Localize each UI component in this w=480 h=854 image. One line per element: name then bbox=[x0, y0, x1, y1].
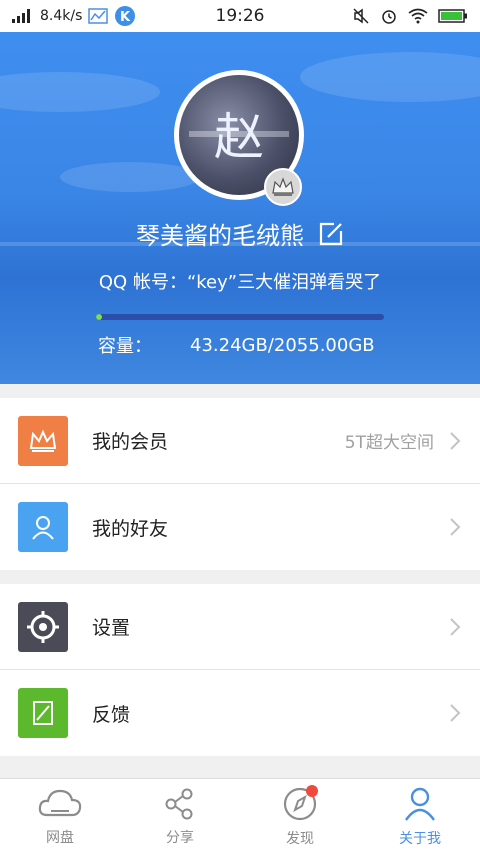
tab-discover[interactable]: 发现 bbox=[240, 779, 360, 854]
svg-text:K: K bbox=[120, 10, 131, 25]
wifi-icon bbox=[408, 8, 428, 24]
signal-icon bbox=[12, 9, 30, 23]
chart-app-icon bbox=[88, 8, 109, 24]
edit-icon[interactable] bbox=[318, 221, 344, 247]
tab-share[interactable]: 分享 bbox=[120, 779, 240, 854]
chevron-right-icon bbox=[450, 518, 461, 536]
tab-label: 发现 bbox=[286, 830, 314, 847]
cloud-icon bbox=[38, 789, 82, 816]
menu-label: 我的好友 bbox=[92, 517, 169, 540]
settings-icon-tile bbox=[18, 601, 68, 652]
gear-icon bbox=[27, 610, 59, 643]
crown-icon bbox=[272, 177, 294, 196]
tab-netdisk[interactable]: 网盘 bbox=[0, 779, 120, 854]
menu-group-account: 我的会员 5T超大空间 我的好友 bbox=[0, 398, 480, 570]
status-bar: 8.4k/s K 19:26 bbox=[0, 0, 480, 32]
membership-icon-tile bbox=[18, 415, 68, 466]
tab-about-me[interactable]: 关于我 bbox=[360, 779, 480, 854]
capacity-row: 容量： 43.24GB/2055.00GB bbox=[98, 332, 398, 358]
feedback-icon-tile bbox=[18, 688, 68, 738]
mute-icon bbox=[353, 8, 369, 24]
person-icon bbox=[405, 787, 435, 821]
capacity-value: 43.24GB/2055.00GB bbox=[190, 334, 375, 356]
tab-label: 关于我 bbox=[399, 830, 441, 847]
chevron-right-icon bbox=[450, 704, 461, 722]
share-icon bbox=[165, 788, 193, 819]
person-icon bbox=[32, 516, 54, 540]
network-speed: 8.4k/s bbox=[40, 8, 83, 24]
menu-group-system: 设置 反馈 bbox=[0, 584, 480, 756]
menu-extra-text: 5T超大空间 bbox=[344, 433, 434, 453]
nickname-row: 琴美酱的毛绒熊 bbox=[0, 216, 480, 251]
capacity-progress-fill bbox=[96, 314, 103, 320]
menu-item-membership[interactable]: 我的会员 5T超大空间 bbox=[0, 398, 480, 484]
menu-item-feedback[interactable]: 反馈 bbox=[0, 670, 480, 756]
menu-label: 设置 bbox=[92, 617, 131, 639]
qq-account: QQ 帐号：“key”三大催泪弹看哭了 bbox=[98, 272, 382, 293]
k-app-icon: K bbox=[115, 6, 136, 26]
status-right bbox=[352, 7, 468, 25]
chevron-right-icon bbox=[450, 617, 461, 636]
avatar-glyph: 赵 bbox=[214, 108, 264, 166]
alarm-icon bbox=[382, 10, 396, 24]
capacity-progress-bar bbox=[96, 314, 384, 320]
chevron-right-icon bbox=[450, 431, 461, 450]
menu-label: 我的会员 bbox=[92, 431, 169, 453]
crown-icon bbox=[29, 429, 57, 452]
vip-crown-badge bbox=[264, 168, 302, 206]
menu-item-settings[interactable]: 设置 bbox=[0, 584, 480, 670]
status-left: 8.4k/s K bbox=[12, 5, 136, 27]
menu-label: 反馈 bbox=[92, 703, 131, 726]
nickname: 琴美酱的毛绒熊 bbox=[136, 222, 304, 250]
battery-icon bbox=[438, 9, 467, 23]
capacity-label: 容量： bbox=[98, 336, 152, 357]
feedback-icon bbox=[33, 701, 53, 725]
friends-icon-tile bbox=[18, 502, 68, 552]
bottom-tab-bar: 网盘 分享 发现 关于我 bbox=[0, 778, 480, 854]
tab-label: 分享 bbox=[166, 829, 194, 846]
menu-item-friends[interactable]: 我的好友 bbox=[0, 484, 480, 570]
tab-label: 网盘 bbox=[46, 829, 74, 846]
notification-badge bbox=[306, 785, 318, 797]
profile-header: 赵 琴美酱的毛绒熊 QQ 帐号：“key”三大催泪弹看哭了 容量： 43.24G… bbox=[0, 32, 480, 384]
